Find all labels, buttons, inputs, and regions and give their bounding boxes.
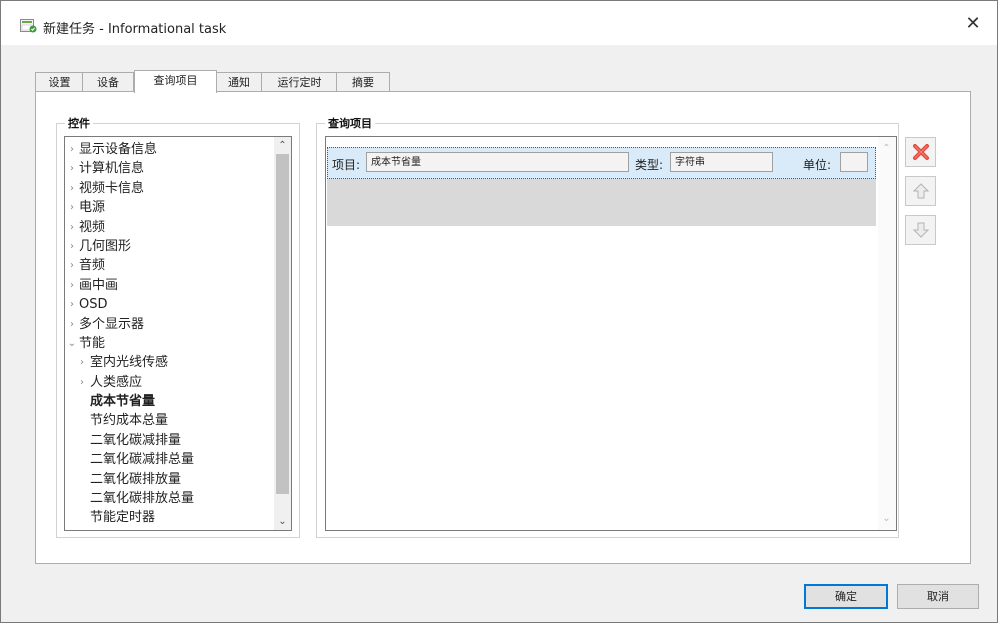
close-icon[interactable]: ✕ xyxy=(959,12,987,36)
tree-item-label: 二氧化碳减排量 xyxy=(90,432,182,448)
tree-item-label: 电源 xyxy=(79,200,106,216)
tree-item[interactable]: 二氧化碳减排总量 xyxy=(65,450,274,469)
tree-item-label: 人类感应 xyxy=(90,374,143,390)
chevron-right-icon[interactable]: › xyxy=(66,256,78,275)
query-group-label: 查询项目 xyxy=(325,115,375,131)
tree-item-label: 成本节省量 xyxy=(90,394,156,410)
chevron-right-icon[interactable]: › xyxy=(76,373,88,392)
chevron-right-icon[interactable]: › xyxy=(66,179,78,198)
chevron-right-icon[interactable]: › xyxy=(66,140,78,159)
tree-item[interactable]: 二氧化碳排放量 xyxy=(65,470,274,489)
tree-item-label: 计算机信息 xyxy=(79,161,145,177)
tree-item-label: 二氧化碳排放量 xyxy=(90,471,182,487)
chevron-right-icon[interactable]: › xyxy=(66,159,78,178)
tree-item[interactable]: › 电源 xyxy=(65,198,274,217)
tree-item-label: OSD xyxy=(79,297,108,313)
item-field[interactable]: 成本节省量 xyxy=(366,152,629,172)
chevron-right-icon[interactable]: › xyxy=(66,276,78,295)
scroll-up-icon[interactable]: ⌃ xyxy=(274,137,291,154)
tab-query-items[interactable]: 查询项目 xyxy=(134,70,217,93)
chevron-right-icon[interactable]: › xyxy=(66,315,78,334)
item-label: 项目: xyxy=(332,158,361,172)
tree-item[interactable]: › 视频卡信息 xyxy=(65,179,274,198)
tree-item-label: 二氧化碳排放总量 xyxy=(90,491,195,507)
tree-item-label: 视频 xyxy=(79,219,106,235)
chevron-right-icon[interactable]: › xyxy=(76,353,88,372)
tree-item[interactable]: 二氧化碳减排量 xyxy=(65,431,274,450)
tree-item-label: 节能定时器 xyxy=(90,510,156,526)
tree-item-label: 室内光线传感 xyxy=(90,355,169,371)
unit-field[interactable] xyxy=(840,152,868,172)
cancel-button[interactable]: 取消 xyxy=(897,584,979,609)
scroll-up-icon[interactable]: ⌃ xyxy=(878,140,895,157)
chevron-right-icon[interactable]: › xyxy=(66,218,78,237)
chevron-right-icon[interactable]: › xyxy=(66,295,78,314)
chevron-down-icon[interactable]: ⌄ xyxy=(66,334,78,353)
tree-item-expanded[interactable]: ⌄ 节能 xyxy=(65,334,274,353)
tree-item[interactable]: › 几何图形 xyxy=(65,237,274,256)
delete-button[interactable] xyxy=(905,137,936,167)
tree-item-label: 视频卡信息 xyxy=(79,180,145,196)
tree-item-label: 多个显示器 xyxy=(79,316,145,332)
tree-item[interactable]: › 室内光线传感 xyxy=(65,353,274,372)
tree-item[interactable]: 节约成本总量 xyxy=(65,411,274,430)
chevron-right-icon[interactable]: › xyxy=(66,198,78,217)
scroll-down-icon[interactable]: ⌄ xyxy=(878,510,895,527)
tab-summary[interactable]: 摘要 xyxy=(336,72,390,92)
scroll-down-icon[interactable]: ⌄ xyxy=(274,513,291,530)
tree-item[interactable]: › 显示设备信息 xyxy=(65,140,274,159)
move-down-button[interactable] xyxy=(905,215,936,245)
tree-item-label: 音频 xyxy=(79,258,106,274)
type-field[interactable]: 字符串 xyxy=(670,152,773,172)
tab-settings[interactable]: 设置 xyxy=(35,72,84,92)
ok-button[interactable]: 确定 xyxy=(804,584,888,609)
tree-item-label: 节约成本总量 xyxy=(90,413,169,429)
tree-item-label: 二氧化碳减排总量 xyxy=(90,452,195,468)
query-items-list[interactable]: 项目: 成本节省量 类型: 字符串 单位: ⌃ ⌄ xyxy=(325,136,897,531)
window-title: 新建任务 - Informational task xyxy=(43,22,227,37)
tree-item[interactable]: 节能定时器 xyxy=(65,508,274,527)
tree-list: › 显示设备信息 › 计算机信息 › 视频卡信息 › 电源 › 视频 › 几何图形 › 音频 … xyxy=(65,140,274,528)
chevron-right-icon[interactable]: › xyxy=(66,237,78,256)
tree-item[interactable]: › 视频 xyxy=(65,218,274,237)
tab-devices[interactable]: 设备 xyxy=(82,72,134,92)
query-list-scrollbar[interactable]: ⌃ ⌄ xyxy=(878,137,896,530)
tree-item[interactable]: › OSD xyxy=(65,295,274,314)
tree-item[interactable]: › 画中画 xyxy=(65,276,274,295)
tree-item-label: 节能 xyxy=(79,335,106,351)
tree-item[interactable]: › 多个显示器 xyxy=(65,315,274,334)
tree-item[interactable]: › 计算机信息 xyxy=(65,159,274,178)
tree-item-label: 显示设备信息 xyxy=(79,142,158,157)
title-bar: 新建任务 - Informational task ✕ xyxy=(1,1,997,45)
tree-item[interactable]: › 人类感应 xyxy=(65,373,274,392)
type-label: 类型: xyxy=(635,158,664,172)
app-icon xyxy=(20,18,37,33)
tree-item-selected[interactable]: 成本节省量 xyxy=(65,392,274,411)
controls-group-label: 控件 xyxy=(65,115,93,131)
tree-item-label: 几何图形 xyxy=(79,238,132,254)
scrollbar-thumb[interactable] xyxy=(276,154,289,494)
dialog-window: 新建任务 - Informational task ✕ 设置 设备 查询项目 通… xyxy=(0,0,998,623)
tree-item[interactable]: 二氧化碳排放总量 xyxy=(65,489,274,508)
query-row-empty xyxy=(327,179,876,226)
tree-scrollbar[interactable]: ⌃ ⌄ xyxy=(274,137,291,530)
tab-run-schedule[interactable]: 运行定时 xyxy=(261,72,338,92)
controls-tree[interactable]: › 显示设备信息 › 计算机信息 › 视频卡信息 › 电源 › 视频 › 几何图形 › 音频 … xyxy=(64,136,292,531)
move-up-button[interactable] xyxy=(905,176,936,206)
query-row-selected[interactable]: 项目: 成本节省量 类型: 字符串 单位: xyxy=(327,147,876,179)
unit-label: 单位: xyxy=(803,158,832,172)
tree-item[interactable]: › 音频 xyxy=(65,256,274,275)
tree-item-label: 画中画 xyxy=(79,277,119,293)
tab-notifications[interactable]: 通知 xyxy=(215,72,263,92)
